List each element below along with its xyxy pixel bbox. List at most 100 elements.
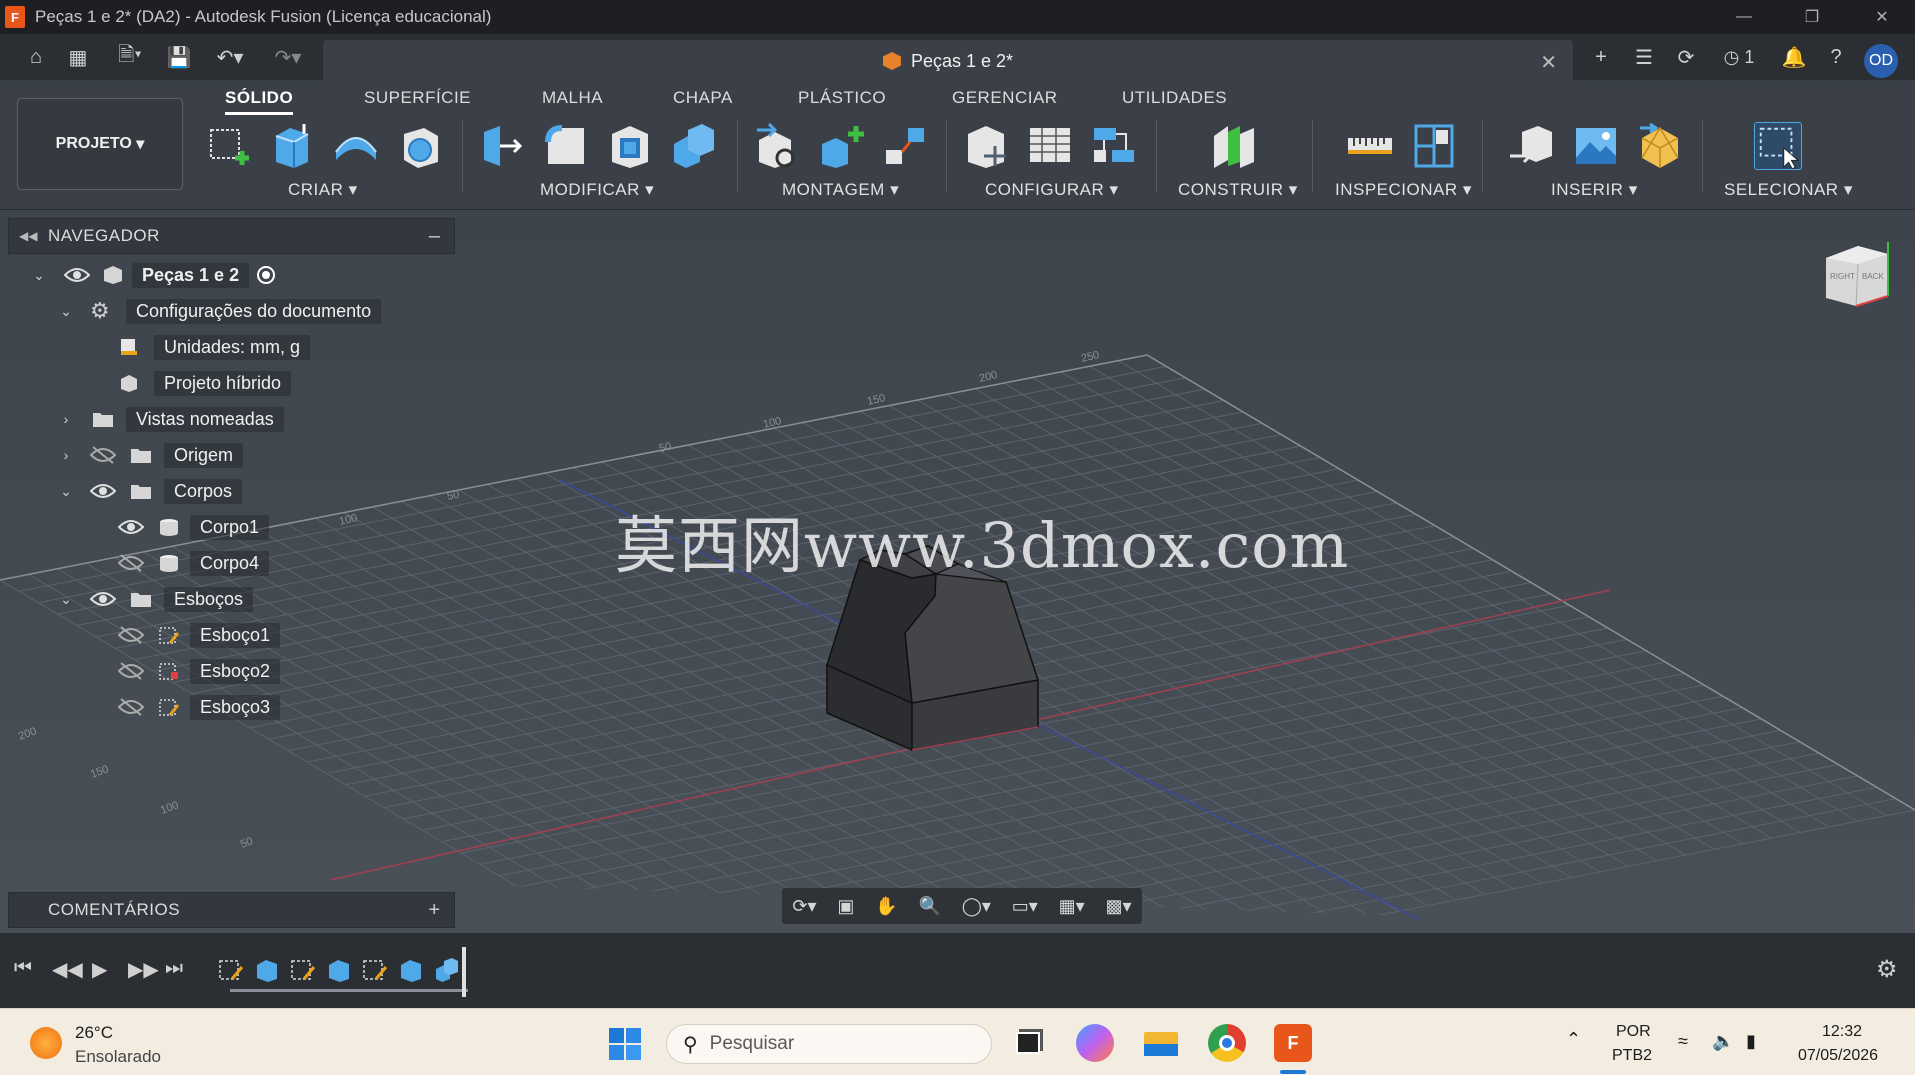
chevron-down-icon[interactable]: ⌄ [32,267,46,284]
weather-desc[interactable]: Ensolarado [75,1047,161,1067]
visibility-eye-icon[interactable] [64,266,90,284]
tab-malha[interactable]: MALHA [542,88,603,108]
windows-start-icon[interactable] [608,1027,642,1061]
create-sketch-icon[interactable] [205,122,253,170]
job-status-icon[interactable]: ◷ 1 [1714,44,1764,70]
group-inserir[interactable]: INSERIR ▾ [1551,180,1638,200]
hidden-eye-icon[interactable] [118,554,144,572]
file-explorer-icon[interactable] [1142,1024,1180,1062]
redo-icon[interactable]: ↷▾ [266,44,310,70]
look-at-icon[interactable]: ▣ [837,896,854,917]
wifi-icon[interactable]: ≈ [1678,1031,1688,1052]
orbit-icon[interactable]: ⟳▾ [792,896,816,917]
clock-time[interactable]: 12:32 [1822,1023,1862,1041]
chevron-right-icon[interactable]: › [59,447,73,463]
configuration-rules-icon[interactable] [1090,122,1138,170]
sync-icon[interactable]: ⟳ [1672,44,1700,70]
insert-canvas-icon[interactable] [1572,122,1620,170]
tab-superficie[interactable]: SUPERFÍCIE [364,88,471,108]
go-to-end-icon[interactable]: ⏭ [165,957,183,980]
timeline-extrude-icon[interactable] [254,957,280,983]
apps-grid-icon[interactable]: ▦ [64,44,92,70]
tab-utilidades[interactable]: UTILIDADES [1122,88,1227,108]
group-inspecionar[interactable]: INSPECIONAR ▾ [1335,180,1472,200]
section-analysis-icon[interactable] [1410,122,1458,170]
step-forward-icon[interactable]: ▶▶ [128,957,159,982]
timeline-settings-gear-icon[interactable]: ⚙ [1876,955,1898,984]
chevron-right-icon[interactable]: › [59,411,73,427]
go-to-start-icon[interactable]: ⏮ [14,957,32,980]
select-icon[interactable] [1754,122,1802,170]
insert-derive-icon[interactable] [1508,122,1556,170]
language-top[interactable]: POR [1616,1023,1651,1041]
restore-button[interactable]: ❐ [1782,0,1842,34]
hidden-eye-icon[interactable] [118,662,144,680]
display-settings-icon[interactable]: ▭▾ [1012,896,1038,917]
chevron-down-icon[interactable]: ⌄ [59,303,73,320]
insert-mesh-icon[interactable] [1636,122,1684,170]
navigator-header[interactable]: ◀◀ NAVEGADOR – [8,218,455,254]
hidden-eye-icon[interactable] [90,446,116,464]
clock-date[interactable]: 07/05/2026 [1798,1047,1878,1065]
comments-panel[interactable]: COMENTÁRIOS + [8,892,455,928]
volume-icon[interactable]: 🔈 [1712,1031,1734,1052]
chevron-down-icon[interactable]: ⌄ [59,483,73,500]
step-back-icon[interactable]: ◀◀ [52,957,83,982]
group-selecionar[interactable]: SELECIONAR ▾ [1724,180,1853,200]
configure-body-icon[interactable] [962,122,1010,170]
hidden-eye-icon[interactable] [118,626,144,644]
timeline-sketch-icon[interactable] [218,957,244,983]
group-construir[interactable]: CONSTRUIR ▾ [1178,180,1298,200]
fillet-icon[interactable] [542,122,590,170]
visibility-eye-icon[interactable] [118,518,144,536]
battery-icon[interactable]: ▮ [1746,1031,1756,1052]
timeline-sketch-icon[interactable] [362,957,388,983]
user-avatar[interactable]: OD [1864,44,1898,78]
file-menu-icon[interactable]: 🗎▾ [108,44,152,70]
document-tab[interactable]: Peças 1 e 2* ✕ [323,40,1573,82]
extensions-icon[interactable]: ☰ [1630,44,1658,70]
task-view-icon[interactable] [1010,1024,1048,1062]
help-icon[interactable]: ? [1822,44,1850,70]
combine-icon[interactable] [670,122,718,170]
minimize-navigator-icon[interactable]: – [429,225,440,248]
group-criar[interactable]: CRIAR ▾ [288,180,358,200]
undo-icon[interactable]: ↶▾ [208,44,252,70]
new-component-link-icon[interactable] [755,122,803,170]
hidden-eye-icon[interactable] [118,698,144,716]
play-icon[interactable]: ▶ [92,957,107,982]
visibility-eye-icon[interactable] [90,590,116,608]
weather-sun-icon[interactable] [30,1027,62,1059]
tab-gerenciar[interactable]: GERENCIAR [952,88,1058,108]
measure-icon[interactable] [1346,122,1394,170]
grid-settings-icon[interactable]: ▦▾ [1059,896,1085,917]
viewports-icon[interactable]: ▩▾ [1105,896,1131,917]
joint-icon[interactable] [882,122,930,170]
group-configurar[interactable]: CONFIGURAR ▾ [985,180,1119,200]
close-tab-icon[interactable]: ✕ [1540,50,1557,75]
project-button[interactable]: PROJETO ▾ [17,98,183,190]
shell-icon[interactable] [606,122,654,170]
view-cube[interactable]: RIGHT BACK [1822,240,1894,312]
group-modificar[interactable]: MODIFICAR ▾ [540,180,654,200]
minimize-button[interactable]: — [1714,0,1774,34]
timeline-combine-icon[interactable] [434,957,460,983]
configuration-table-icon[interactable] [1026,122,1074,170]
new-tab-icon[interactable]: + [1588,44,1614,70]
close-window-button[interactable]: ✕ [1852,0,1912,34]
timeline-extrude-icon[interactable] [326,957,352,983]
pan-hand-icon[interactable]: ✋ [875,896,897,917]
save-icon[interactable]: 💾 [165,44,193,70]
language-bottom[interactable]: PTB2 [1612,1047,1652,1065]
weather-temp[interactable]: 26°C [75,1023,113,1043]
new-component-icon[interactable] [818,122,866,170]
collapse-navigator-icon[interactable]: ◀◀ [19,229,37,243]
extrude-icon[interactable] [268,122,316,170]
add-comment-icon[interactable]: + [428,899,440,922]
chrome-icon[interactable] [1208,1024,1246,1062]
copilot-icon[interactable] [1076,1024,1114,1062]
sweep-icon[interactable] [396,122,444,170]
timeline-sketch-icon[interactable] [290,957,316,983]
tray-chevron-up-icon[interactable]: ⌃ [1566,1029,1581,1050]
active-radio-icon[interactable] [256,265,276,285]
